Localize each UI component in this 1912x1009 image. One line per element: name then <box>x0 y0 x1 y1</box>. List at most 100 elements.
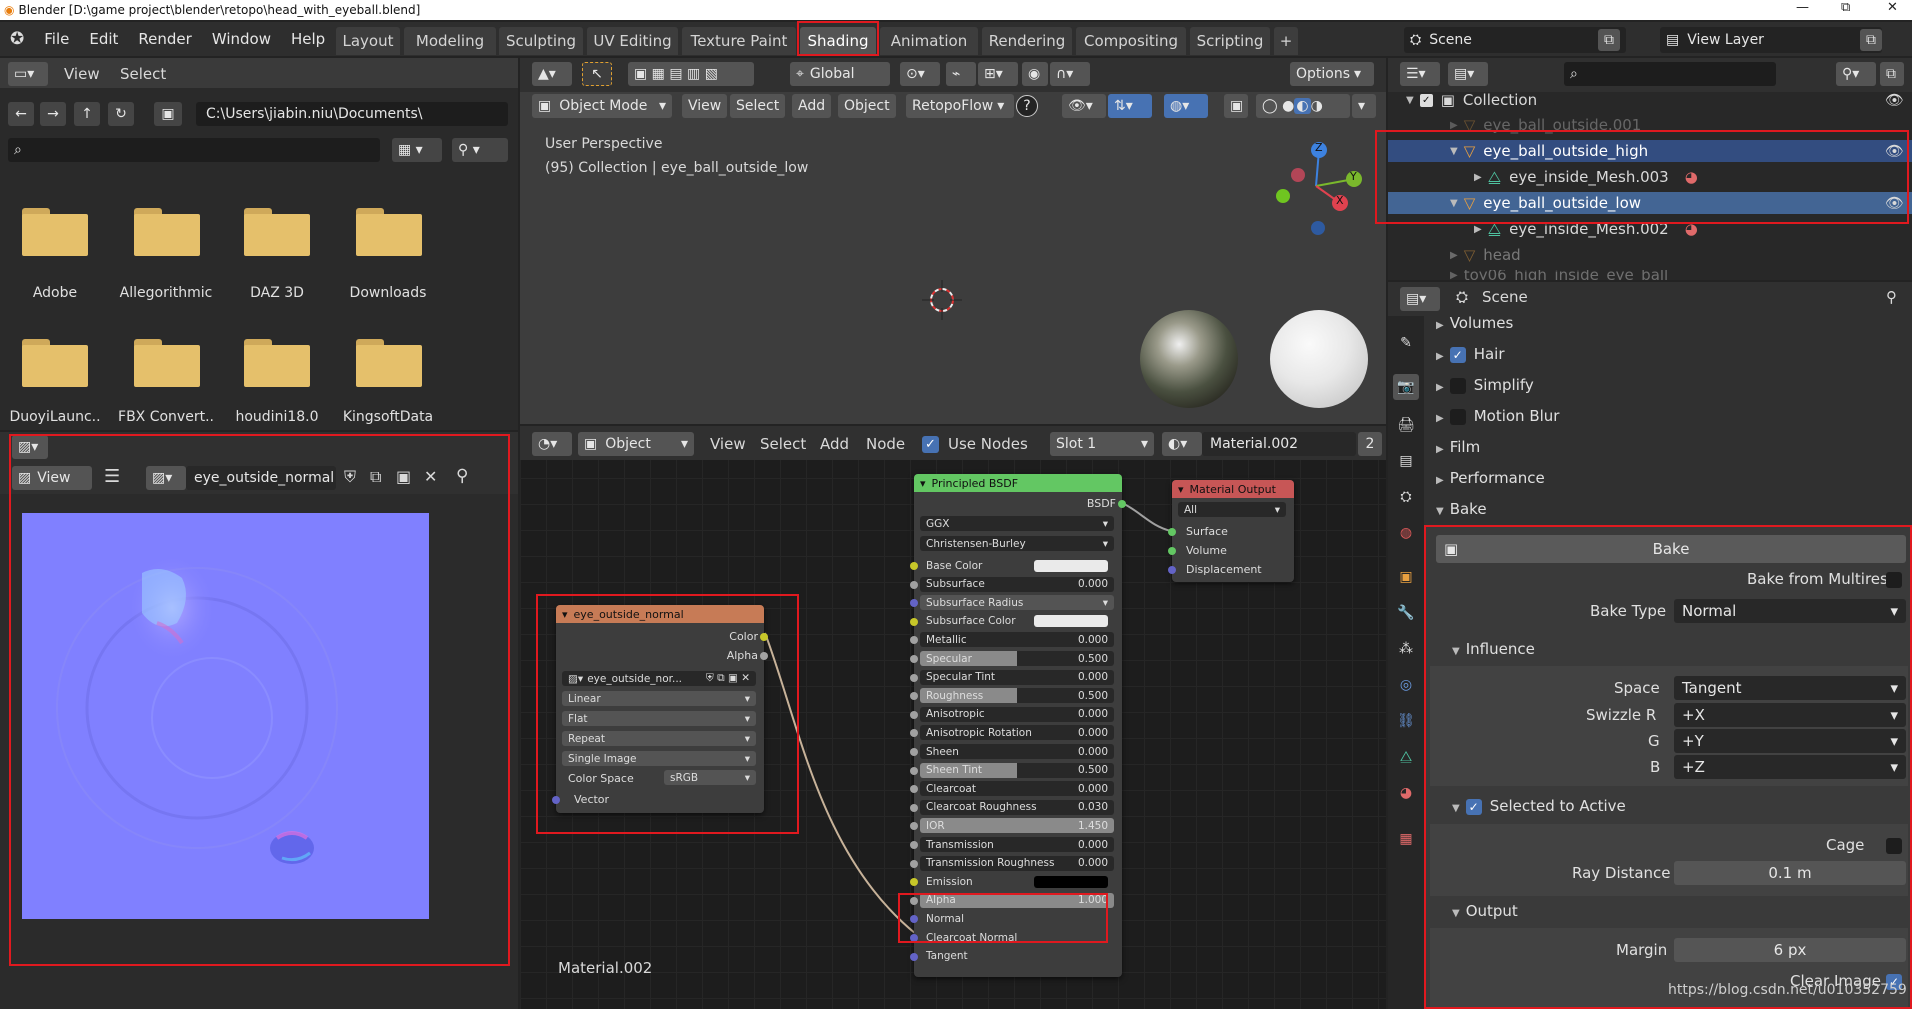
vector-input-socket[interactable] <box>552 796 560 804</box>
open-image-icon[interactable]: ▣ <box>396 467 411 486</box>
proportional-edit-button[interactable]: ◉ <box>1022 62 1048 86</box>
bsdf-input-subsurface-color[interactable]: Subsurface Color <box>920 614 1114 629</box>
checkbox-icon[interactable]: ✓ <box>1419 93 1433 107</box>
tab-shading[interactable]: Shading <box>800 27 876 55</box>
influence-subpanel-header[interactable]: ▼ Influence <box>1452 640 1535 658</box>
tab-uv-editing[interactable]: UV Editing <box>587 27 678 55</box>
color-swatch[interactable] <box>1034 615 1108 628</box>
back-button[interactable]: ← <box>8 102 34 126</box>
snap-target-button[interactable]: ⊞▾ <box>978 62 1018 86</box>
filter-button[interactable]: ⚲ ▾ <box>452 138 508 162</box>
bsdf-input-socket[interactable] <box>910 952 918 961</box>
output-target-dropdown[interactable]: All ▾ <box>1178 502 1286 517</box>
snap-button[interactable]: ⌁ <box>946 62 976 86</box>
shading-mode-buttons[interactable]: ◯ ● ◐ ◑ <box>1256 94 1350 118</box>
scene-tab-icon[interactable]: ⛭ <box>1393 484 1419 510</box>
bsdf-input-socket[interactable] <box>910 785 918 794</box>
tab-layout[interactable]: Layout <box>336 27 400 55</box>
bsdf-input-subsurface-radius[interactable]: Subsurface Radius ▾ <box>920 595 1114 611</box>
unlink-image-icon[interactable]: ✕ <box>424 467 437 486</box>
bsdf-input-socket[interactable] <box>910 617 918 626</box>
select-mode-buttons[interactable]: ▣ ▦ ▤ ▥ ▧ <box>628 62 754 86</box>
new-collection-button[interactable]: ⧉ <box>1880 62 1904 86</box>
collapse-arrow-icon[interactable]: ▼ <box>1450 146 1458 157</box>
material-tab-icon[interactable]: ◕ <box>1393 780 1419 806</box>
display-mode-button[interactable]: ▦ ▾ <box>392 138 442 162</box>
bsdf-input-normal[interactable]: Normal <box>920 911 1114 926</box>
expand-arrow-icon[interactable]: ▶ <box>1474 224 1482 235</box>
bsdf-input-socket[interactable] <box>910 710 918 719</box>
pin-icon[interactable]: ⚲ <box>456 466 468 486</box>
bsdf-input-clearcoat[interactable]: Clearcoat 0.000 <box>920 781 1114 797</box>
image-name-field[interactable]: eye_outside_normal <box>186 466 336 490</box>
space-dropdown[interactable]: Tangent ▾ <box>1674 676 1906 700</box>
swizzle-b-dropdown[interactable]: +Z ▾ <box>1674 755 1906 779</box>
tab-animation[interactable]: Animation <box>880 27 978 55</box>
selected-to-active-header[interactable]: ▼ ✓ Selected to Active <box>1452 797 1626 815</box>
select-tool-icon[interactable]: ↖ <box>582 62 612 86</box>
retopoflow-menu[interactable]: RetopoFlow ▾ <box>906 94 1014 118</box>
principled-bsdf-node[interactable]: ▾ Principled BSDF BSDF GGX ▾ Christensen-B… <box>910 474 1126 977</box>
visibility-eye-icon[interactable]: 👁 <box>1885 142 1904 160</box>
ray-distance-field[interactable]: 0.1 m <box>1674 861 1906 885</box>
menu-render[interactable]: Render <box>128 30 201 48</box>
subsurface-method-dropdown[interactable]: Christensen-Burley ▾ <box>920 536 1114 551</box>
bsdf-input-socket[interactable] <box>910 562 918 570</box>
visibility-eye-icon[interactable]: 👁 <box>1885 194 1904 212</box>
refresh-button[interactable]: ↻ <box>108 102 134 126</box>
bsdf-input-socket[interactable] <box>910 841 918 849</box>
folder-label[interactable]: Adobe <box>5 285 105 301</box>
cage-checkbox[interactable] <box>1886 838 1902 854</box>
outliner-row-eye-ball-outside-001[interactable]: ▶ ▽ eye_ball_outside.001 <box>1450 114 1912 136</box>
help-icon[interactable]: ? <box>1016 95 1038 117</box>
distribution-dropdown[interactable]: GGX ▾ <box>920 516 1114 531</box>
outliner-row-eye-inside-mesh-002[interactable]: ▶ ⧋ eye_inside_Mesh.002 ◕ <box>1474 218 1912 240</box>
gizmo-toggle-button[interactable]: ⇅▾ <box>1108 94 1152 118</box>
falloff-button[interactable]: ∩▾ <box>1050 62 1090 86</box>
menu-edit[interactable]: Edit <box>79 30 128 48</box>
viewport-menu-object[interactable]: Object <box>838 94 896 118</box>
outliner-display-mode[interactable]: ▤▾ <box>1448 62 1488 86</box>
viewport-menu-view[interactable]: View <box>682 94 728 118</box>
outliner-row-eye-ball-outside-low[interactable]: ▼ ▽ eye_ball_outside_low 👁 <box>1388 192 1912 214</box>
bsdf-input-socket[interactable] <box>910 896 918 905</box>
data-tab-icon[interactable]: ⧋ <box>1393 744 1419 770</box>
bsdf-input-subsurface[interactable]: Subsurface 0.000 <box>920 576 1114 592</box>
bake-type-dropdown[interactable]: Normal ▾ <box>1674 599 1906 623</box>
expand-arrow-icon[interactable]: ▶ <box>1474 172 1482 183</box>
source-dropdown[interactable]: Single Image ▾ <box>562 751 756 766</box>
viewport-options-button[interactable]: Options ▾ <box>1290 62 1374 86</box>
bsdf-input-anisotropic[interactable]: Anisotropic 0.000 <box>920 706 1114 722</box>
expand-arrow-icon[interactable]: ▶ <box>1450 270 1458 280</box>
bsdf-input-sheen-tint[interactable]: Sheen Tint 0.500 <box>920 762 1114 778</box>
color-swatch[interactable] <box>1034 875 1108 888</box>
section-bake[interactable]: ▼ Bake <box>1436 500 1487 518</box>
tab-texture-paint[interactable]: Texture Paint <box>682 27 796 55</box>
image-selector-field[interactable]: ▨▾ eye_outside_nor... ⛨ ⧉ ▣ ✕ <box>562 671 756 686</box>
bsdf-input-socket[interactable] <box>910 748 918 756</box>
new-scene-button[interactable]: ⧉ <box>1598 29 1620 51</box>
tab-scripting[interactable]: Scripting <box>1190 27 1270 55</box>
bsdf-input-emission[interactable]: Emission <box>920 874 1114 889</box>
visibility-button[interactable]: 👁▾ <box>1062 94 1106 118</box>
overlay-toggle-button[interactable]: ◍▾ <box>1164 94 1208 118</box>
minimize-button[interactable]: — <box>1796 0 1809 15</box>
material-output-node[interactable]: ▾ Material Output All ▾ Surface Volume Dis… <box>1168 480 1294 582</box>
folder-icon[interactable] <box>134 339 200 387</box>
checkbox-icon[interactable]: ✓ <box>1465 799 1482 815</box>
bsdf-input-socket[interactable] <box>910 934 918 942</box>
bsdf-input-transmission-roughness[interactable]: Transmission Roughness 0.000 <box>920 855 1114 871</box>
bsdf-input-socket[interactable] <box>910 729 918 738</box>
section-volumes[interactable]: ▶ Volumes <box>1436 314 1513 332</box>
tab-compositing[interactable]: Compositing <box>1076 27 1186 55</box>
bsdf-input-socket[interactable] <box>910 692 918 701</box>
bsdf-input-metallic[interactable]: Metallic 0.000 <box>920 632 1114 648</box>
properties-editor-type[interactable]: ▤▾ <box>1400 287 1440 311</box>
file-search-input[interactable]: ⌕ <box>8 138 380 162</box>
section-performance[interactable]: ▶ Performance <box>1436 469 1545 487</box>
bake-from-multires-checkbox[interactable] <box>1886 572 1902 588</box>
section-hair[interactable]: ▶ ✓ Hair <box>1436 345 1505 363</box>
bsdf-input-socket[interactable] <box>910 859 918 868</box>
displacement-input-socket[interactable] <box>1168 566 1176 574</box>
bsdf-input-base-color[interactable]: Base Color <box>920 558 1114 573</box>
